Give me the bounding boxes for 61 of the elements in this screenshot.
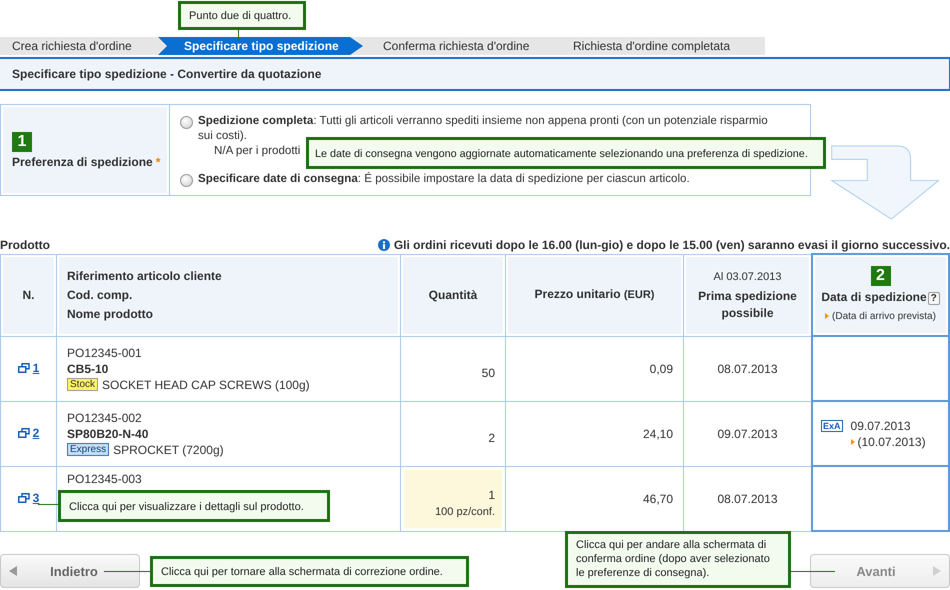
- header-label: Cod. comp.: [67, 286, 132, 304]
- callout-note: Punto due di quattro.: [178, 1, 306, 30]
- header-label: N.: [22, 286, 34, 304]
- product-name: SOCKET HEAD CAP SCREWS (100g): [102, 376, 310, 392]
- header-label: Nome prodotto: [67, 306, 153, 322]
- row-number-link[interactable]: 1: [18, 361, 40, 375]
- page-title: Specificare tipo spedizione - Convertire da quotazione: [0, 57, 950, 91]
- quantity-value: 2: [488, 430, 495, 447]
- header-label: Prima spedizione possibile: [698, 288, 798, 322]
- header-note: Al 03.07.2013: [714, 270, 782, 284]
- arrival-date: (10.07.2013): [858, 434, 926, 450]
- help-button[interactable]: ?: [928, 292, 940, 304]
- header-label: Prezzo unitario: [534, 287, 621, 301]
- unit-label: (EUR): [624, 289, 654, 301]
- pack-size: 100 pz/conf.: [435, 504, 495, 520]
- field-label: Preferenza di spedizione: [12, 154, 153, 168]
- notice-text: Gli ordini ricevuti dopo le 16.00 (lun-gio) e dopo le 15.00 (ven) saranno evasi il giorno successivo.: [394, 238, 950, 252]
- window-icon: [18, 363, 30, 373]
- reference-text: PO12345-003: [67, 470, 143, 486]
- step-label: Conferma richiesta d'ordine: [382, 38, 530, 55]
- callout-note: Clicca qui per tornare alla schermata di correzione ordine.: [150, 556, 469, 587]
- option-label: Specificare date di consegna: É possibile impostare la data di spedizione per ciascun articolo.: [198, 171, 690, 186]
- window-icon: [18, 428, 30, 438]
- header-label: Quantità: [428, 286, 478, 304]
- row-number-link[interactable]: 3: [18, 491, 40, 505]
- step-marker: 2: [870, 266, 890, 286]
- callout-note: Clicca qui per visualizzare i dettagli sul prodotto.: [58, 490, 330, 522]
- radio-button[interactable]: [180, 116, 193, 129]
- section-title: Prodotto: [0, 238, 50, 252]
- reference-text: PO12345-002: [67, 410, 143, 426]
- product-name: SPROCKET (7200g): [113, 442, 224, 458]
- info-icon: [378, 239, 390, 251]
- step-marker: 1: [12, 132, 32, 152]
- header-label: Data di spedizione: [821, 290, 927, 304]
- right-triangle-icon: [933, 566, 941, 576]
- required-mark: *: [156, 154, 160, 168]
- header-note: (Data di arrivo prevista): [832, 310, 936, 324]
- quantity-value: 50: [482, 365, 495, 382]
- part-code: CB5-10: [67, 360, 110, 376]
- option-note: N/A per i prodotti: [214, 143, 300, 158]
- express-badge: ExA: [821, 420, 843, 432]
- quantity-value: 1: [488, 486, 495, 504]
- left-triangle-icon: [9, 566, 17, 576]
- row-number-link[interactable]: 2: [18, 426, 40, 440]
- step-label: Richiesta d'ordine completata: [572, 38, 732, 55]
- window-icon: [18, 493, 30, 503]
- step-label: Crea richiesta d'ordine: [11, 38, 133, 55]
- header-label: Riferimento articolo cliente: [67, 268, 222, 284]
- reference-text: PO12345-001: [67, 344, 143, 360]
- back-button[interactable]: Indietro: [0, 554, 140, 588]
- stock-tag: Express: [67, 443, 110, 456]
- triangle-icon: [825, 313, 830, 319]
- part-code: SP80B20-N-40: [67, 426, 150, 442]
- table-cell: 24,10: [506, 401, 684, 466]
- triangle-icon: [850, 438, 855, 444]
- radio-button[interactable]: [180, 174, 193, 187]
- callout-note: Le date di consegna vengono aggiornate automaticamente selezionando una preferenza di spedizione.: [306, 137, 826, 169]
- table-cell: 0,09: [506, 336, 684, 401]
- ship-date: 09.07.2013: [850, 418, 912, 434]
- callout-note: Clicca qui per andare alla schermata di conferma ordine (dopo aver selezionato le preferenze di consegna).: [565, 531, 791, 588]
- stock-tag: Stock: [67, 378, 98, 391]
